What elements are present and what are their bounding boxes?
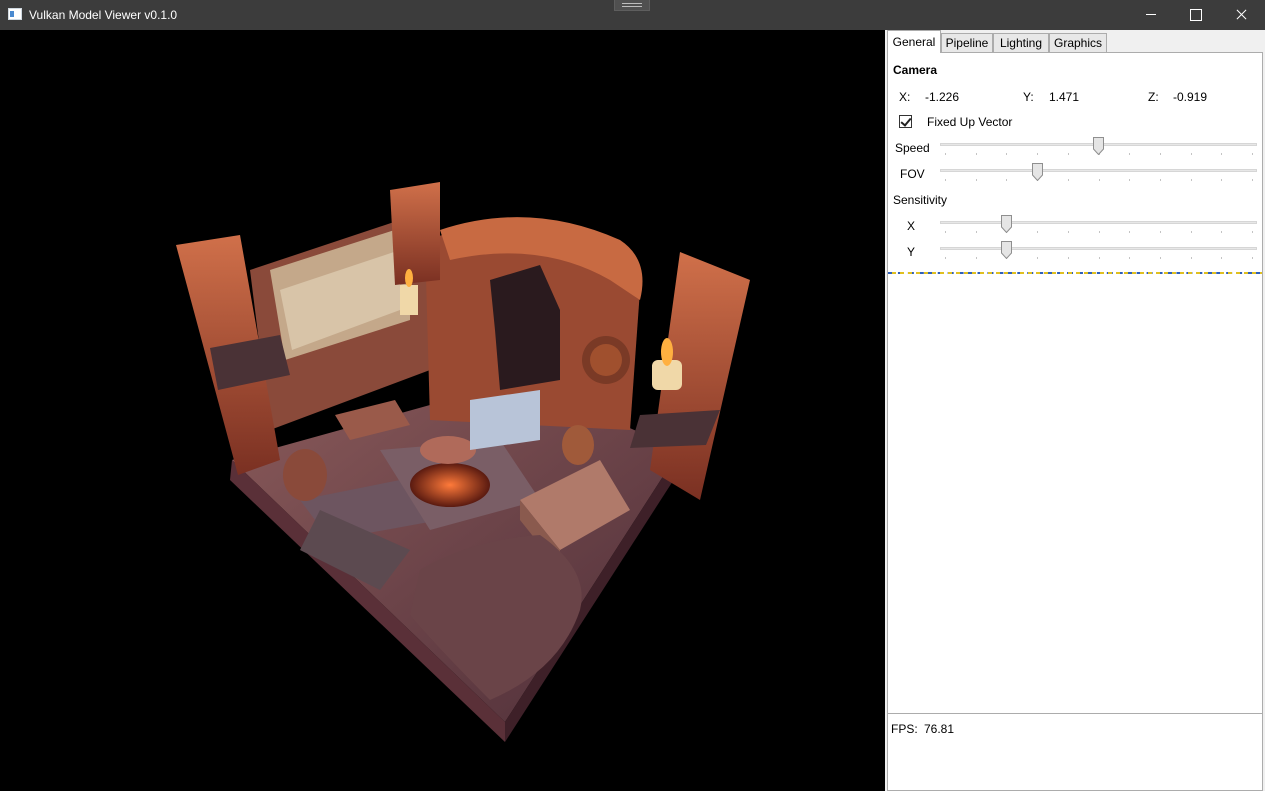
sensitivity-y-slider-ticks <box>940 257 1257 260</box>
maximize-button[interactable] <box>1172 0 1218 30</box>
slider-tick <box>1099 179 1100 181</box>
slider-tick <box>1221 257 1222 259</box>
minimize-button[interactable] <box>1128 0 1174 30</box>
camera-x-label: X: <box>899 90 911 104</box>
speed-slider[interactable] <box>940 137 1257 157</box>
slider-tick <box>1129 257 1130 259</box>
fov-label: FOV <box>900 167 925 181</box>
slider-tick <box>1037 231 1038 233</box>
slider-tick <box>976 257 977 259</box>
fixed-up-vector-checkbox[interactable] <box>899 115 912 128</box>
slider-tick <box>1160 231 1161 233</box>
tab-bar: General Pipeline Lighting Graphics <box>885 30 1265 53</box>
fov-slider-thumb[interactable] <box>1032 163 1043 181</box>
render-viewport[interactable] <box>0 30 885 791</box>
slider-tick <box>945 179 946 181</box>
slider-tick <box>1099 231 1100 233</box>
sensitivity-x-slider-thumb[interactable] <box>1001 215 1012 233</box>
tab-general[interactable]: General <box>887 30 941 53</box>
slider-tick <box>1068 257 1069 259</box>
app-icon <box>8 8 22 20</box>
general-tab-content: Camera X: -1.226 Y: 1.471 Z: -0.919 Fixe… <box>887 52 1263 714</box>
slider-tick <box>1252 179 1253 181</box>
camera-y-label: Y: <box>1023 90 1034 104</box>
camera-z-label: Z: <box>1148 90 1159 104</box>
slider-tick <box>1221 153 1222 155</box>
model-render <box>176 182 750 742</box>
tab-pipeline[interactable]: Pipeline <box>941 33 993 53</box>
slider-tick <box>1037 257 1038 259</box>
camera-z-value: -0.919 <box>1173 90 1208 104</box>
camera-section-title: Camera <box>893 63 938 77</box>
slider-tick <box>945 257 946 259</box>
fov-slider-ticks <box>940 179 1257 182</box>
slider-tick <box>945 153 946 155</box>
sensitivity-y-slider-thumb[interactable] <box>1001 241 1012 259</box>
slider-tick <box>1129 153 1130 155</box>
slider-tick <box>1191 257 1192 259</box>
sensitivity-y-label: Y <box>907 245 916 259</box>
slider-tick <box>945 231 946 233</box>
camera-x-value: -1.226 <box>925 90 960 104</box>
fps-value: 76.81 <box>924 722 955 736</box>
status-bar: FPS: 76.81 <box>887 714 1263 791</box>
tab-graphics[interactable]: Graphics <box>1049 33 1107 53</box>
sensitivity-label: Sensitivity <box>893 193 948 207</box>
camera-y-value: 1.471 <box>1049 90 1080 104</box>
fov-slider-track <box>940 169 1257 172</box>
slider-tick <box>1068 231 1069 233</box>
slider-tick <box>976 153 977 155</box>
speed-slider-thumb[interactable] <box>1093 137 1104 155</box>
slider-tick <box>1191 231 1192 233</box>
slider-tick <box>1037 153 1038 155</box>
sensitivity-y-slider[interactable] <box>940 241 1257 261</box>
sensitivity-x-slider-track <box>940 221 1257 224</box>
sensitivity-x-slider[interactable] <box>940 215 1257 235</box>
slider-tick <box>1252 231 1253 233</box>
fps-label: FPS: <box>891 722 918 736</box>
slider-tick <box>1068 153 1069 155</box>
title-bar[interactable]: Vulkan Model Viewer v0.1.0 <box>0 0 1265 30</box>
slider-tick <box>1129 231 1130 233</box>
close-button[interactable] <box>1218 0 1264 30</box>
slider-tick <box>1252 257 1253 259</box>
slider-tick <box>1006 153 1007 155</box>
slider-tick <box>1160 179 1161 181</box>
window-title: Vulkan Model Viewer v0.1.0 <box>29 8 178 22</box>
speed-label: Speed <box>895 141 930 155</box>
slider-tick <box>1191 153 1192 155</box>
slider-tick <box>1191 179 1192 181</box>
slider-tick <box>1252 153 1253 155</box>
slider-tick <box>1068 179 1069 181</box>
settings-panel: General Pipeline Lighting Graphics Camer… <box>885 30 1265 791</box>
sensitivity-x-slider-ticks <box>940 231 1257 234</box>
slider-tick <box>976 179 977 181</box>
slider-tick <box>1221 231 1222 233</box>
tab-lighting[interactable]: Lighting <box>993 33 1049 53</box>
slider-tick <box>1221 179 1222 181</box>
slider-tick <box>1006 179 1007 181</box>
fov-slider[interactable] <box>940 163 1257 183</box>
drag-handle-icon[interactable] <box>614 0 650 11</box>
sensitivity-y-slider-track <box>940 247 1257 250</box>
slider-tick <box>1160 153 1161 155</box>
sensitivity-x-label: X <box>907 219 916 233</box>
slider-tick <box>1129 179 1130 181</box>
slider-tick <box>1160 257 1161 259</box>
fixed-up-vector-label: Fixed Up Vector <box>927 115 1013 129</box>
focus-divider <box>888 272 1262 274</box>
slider-tick <box>976 231 977 233</box>
slider-tick <box>1099 257 1100 259</box>
